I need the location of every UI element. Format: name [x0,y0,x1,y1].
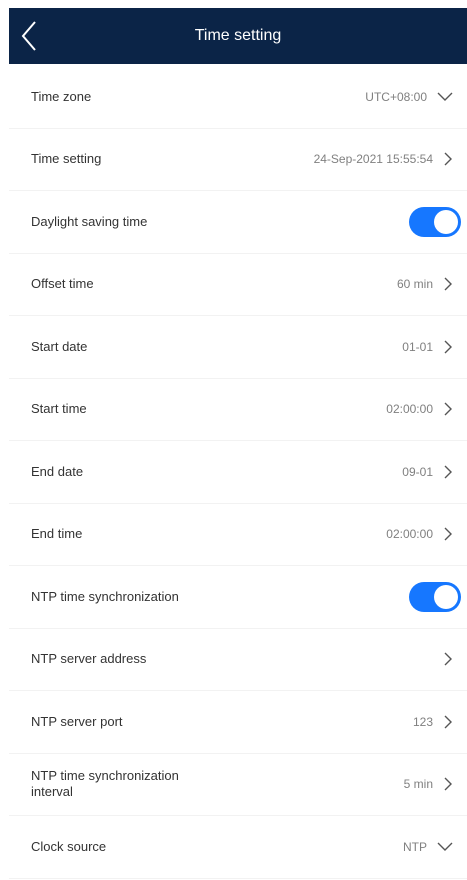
row-label: Offset time [31,276,94,292]
row-label: Start date [31,338,88,354]
chevron-right-icon [443,777,453,791]
ntp-server-address-row[interactable]: NTP server address [9,629,467,691]
chevron-right-icon [443,152,453,166]
chevron-down-icon [437,92,453,102]
clock-source-row[interactable]: Clock source NTP [9,816,467,879]
chevron-right-icon [443,465,453,479]
daylight-saving-row: Daylight saving time [9,191,467,254]
start-time-row[interactable]: Start time 02:00:00 [9,379,467,441]
time-setting-value: 24-Sep-2021 15:55:54 [313,152,433,167]
end-time-value: 02:00:00 [386,527,433,542]
row-label: Daylight saving time [31,213,148,229]
start-time-value: 02:00:00 [386,402,433,417]
settings-list: Time zone UTC+08:00 Time setting 24-Sep-… [9,66,467,879]
row-label: End date [31,463,84,479]
offset-time-value: 60 min [396,277,433,292]
end-date-value: 09-01 [402,464,433,479]
chevron-right-icon [443,402,453,416]
ntp-server-port-row[interactable]: NTP server port 123 [9,691,467,754]
toggle-knob [434,209,458,234]
chevron-down-icon [437,842,453,852]
chevron-right-icon [443,340,453,354]
row-label: NTP server port [31,713,123,729]
offset-time-row[interactable]: Offset time 60 min [9,254,467,316]
time-zone-value: UTC+08:00 [365,89,427,104]
daylight-saving-toggle[interactable] [409,206,461,237]
app-header: Time setting [9,8,467,64]
row-label: NTP time synchronization interval [31,768,179,800]
time-zone-row[interactable]: Time zone UTC+08:00 [9,66,467,129]
end-time-row[interactable]: End time 02:00:00 [9,504,467,566]
row-label: Start time [31,401,87,417]
row-label: Time zone [31,88,92,104]
chevron-right-icon [443,652,453,666]
toggle-knob [434,584,458,609]
ntp-server-port-value: 123 [412,714,433,729]
row-label: Clock source [31,838,107,854]
ntp-sync-interval-row[interactable]: NTP time synchronization interval 5 min [9,754,467,816]
start-date-row[interactable]: Start date 01-01 [9,316,467,379]
row-label: NTP time synchronization [31,588,179,604]
ntp-sync-toggle[interactable] [409,581,461,612]
back-arrow-icon [21,21,36,51]
row-label: End time [31,526,83,542]
chevron-right-icon [443,527,453,541]
back-button[interactable] [17,16,51,56]
row-label: Time setting [31,151,102,167]
ntp-sync-row: NTP time synchronization [9,566,467,629]
end-date-row[interactable]: End date 09-01 [9,441,467,504]
clock-source-value: NTP [403,839,427,854]
chevron-right-icon [443,715,453,729]
page-title: Time setting [194,27,282,44]
chevron-right-icon [443,277,453,291]
time-setting-row[interactable]: Time setting 24-Sep-2021 15:55:54 [9,129,467,191]
row-label: NTP server address [31,651,147,667]
ntp-sync-interval-value: 5 min [403,777,433,792]
start-date-value: 01-01 [402,339,433,354]
